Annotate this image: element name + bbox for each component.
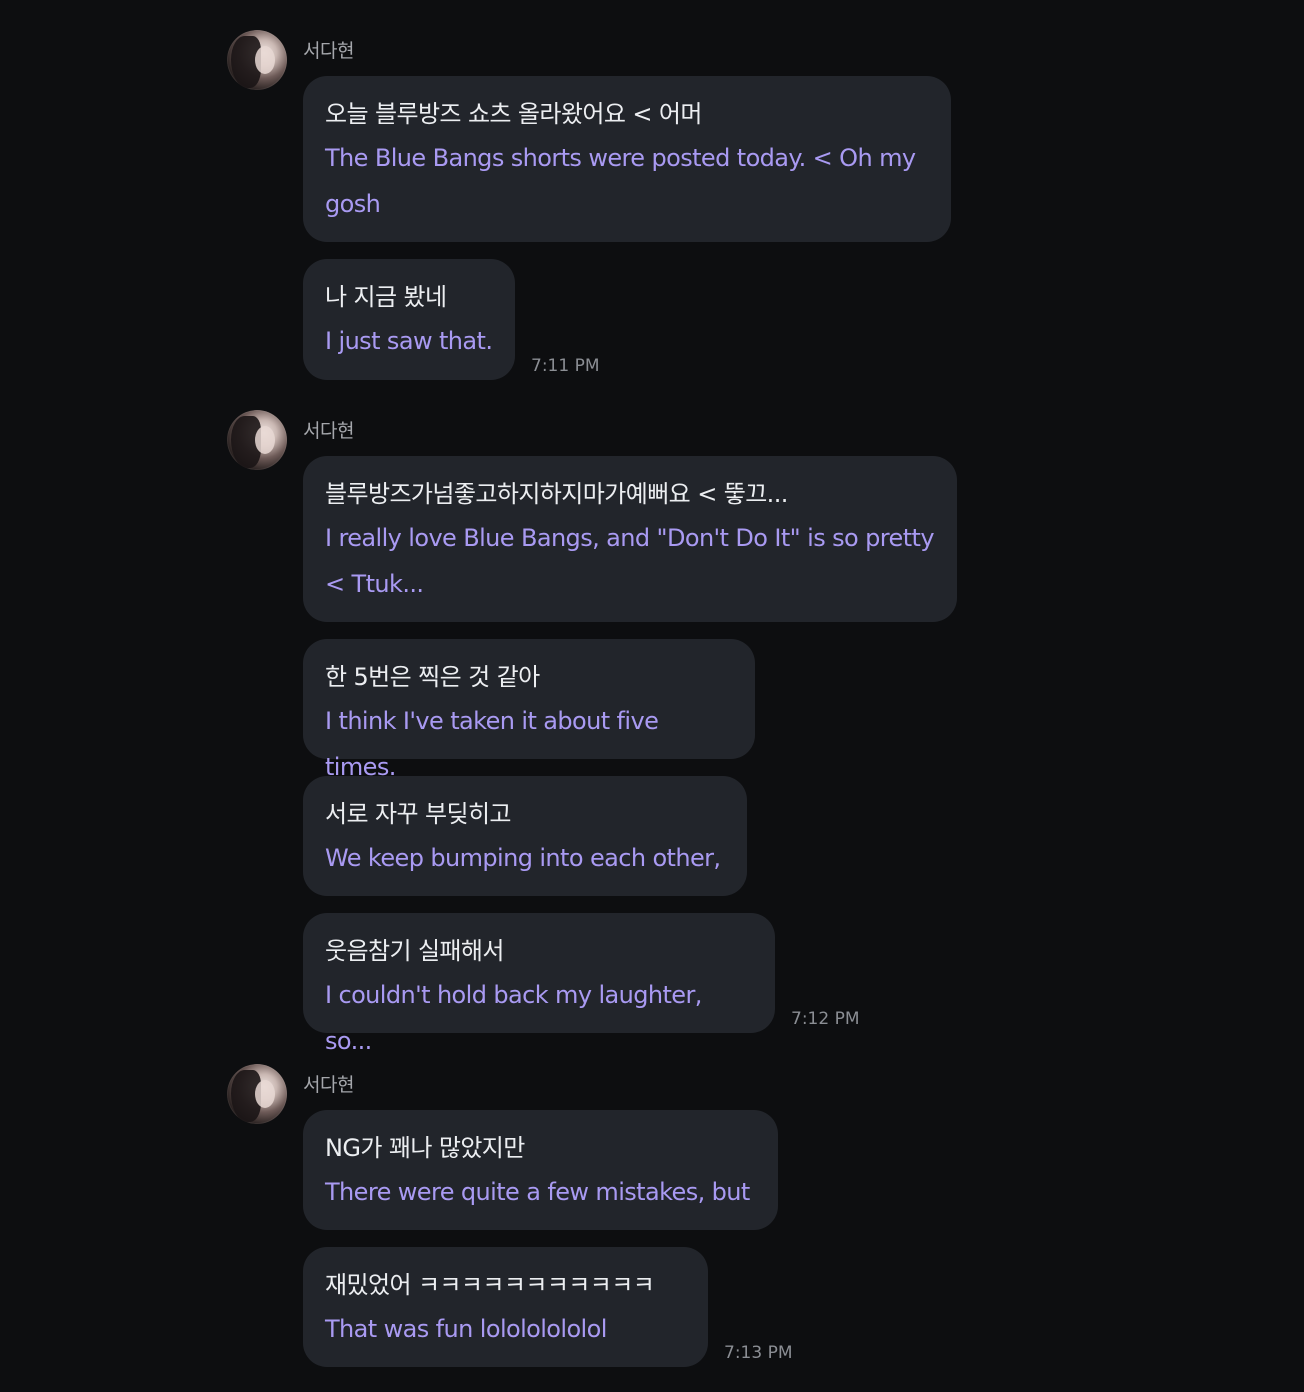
message-row: 재밌었어 ㅋㅋㅋㅋㅋㅋㅋㅋㅋㅋㅋ That was fun lololololo… — [303, 1247, 793, 1367]
message-translation-text: That was fun lolololololol — [325, 1315, 607, 1343]
sender-name[interactable]: 서다현 — [303, 416, 354, 443]
message-bubble[interactable]: 웃음참기 실패해서 I couldn't hold back my laught… — [303, 913, 775, 1055]
message-bubble[interactable]: 나 지금 봤네 I just saw that. — [303, 259, 515, 380]
message-original-text: 웃음참기 실패해서 — [325, 937, 504, 965]
message-translation-text: We keep bumping into each other, — [325, 844, 721, 872]
message-timestamp: 7:11 PM — [531, 356, 600, 376]
avatar[interactable] — [227, 1064, 287, 1124]
message-bubble[interactable]: 서로 자꾸 부딪히고 We keep bumping into each oth… — [303, 776, 747, 896]
message-translation-text: I couldn't hold back my laughter, so... — [325, 981, 702, 1055]
message-original-text: 서로 자꾸 부딪히고 — [325, 800, 512, 828]
message-row: 나 지금 봤네 I just saw that. 7:11 PM — [303, 259, 951, 380]
message-bubble[interactable]: 블루방즈가넘좋고하지하지마가예뻐요 < 뚷끄... I really love … — [303, 456, 957, 622]
message-original-text: 오늘 블루방즈 쇼츠 올라왔어요 < 어머 — [325, 100, 702, 128]
message-timestamp: 7:12 PM — [791, 1009, 860, 1029]
message-timestamp: 7:13 PM — [724, 1343, 793, 1363]
avatar[interactable] — [227, 410, 287, 470]
message-bubble[interactable]: 오늘 블루방즈 쇼츠 올라왔어요 < 어머 The Blue Bangs sho… — [303, 76, 951, 242]
message-bubble[interactable]: 재밌었어 ㅋㅋㅋㅋㅋㅋㅋㅋㅋㅋㅋ That was fun lololololo… — [303, 1247, 708, 1367]
message-original-text: 재밌었어 ㅋㅋㅋㅋㅋㅋㅋㅋㅋㅋㅋ — [325, 1271, 655, 1299]
message-row: 블루방즈가넘좋고하지하지마가예뻐요 < 뚷끄... I really love … — [303, 456, 957, 622]
avatar[interactable] — [227, 30, 287, 90]
message-translation-text: The Blue Bangs shorts were posted today.… — [325, 144, 916, 218]
message-row: 한 5번은 찍은 것 같아 I think I've taken it abou… — [303, 639, 957, 781]
sender-name[interactable]: 서다현 — [303, 36, 354, 63]
message-list: 오늘 블루방즈 쇼츠 올라왔어요 < 어머 The Blue Bangs sho… — [303, 76, 951, 397]
message-row: 웃음참기 실패해서 I couldn't hold back my laught… — [303, 913, 957, 1055]
message-list: NG가 꽤나 많았지만 There were quite a few mista… — [303, 1110, 793, 1384]
message-translation-text: I really love Blue Bangs, and "Don't Do … — [325, 524, 935, 598]
message-bubble[interactable]: NG가 꽤나 많았지만 There were quite a few mista… — [303, 1110, 778, 1230]
message-original-text: NG가 꽤나 많았지만 — [325, 1134, 525, 1162]
message-row: 서로 자꾸 부딪히고 We keep bumping into each oth… — [303, 776, 957, 896]
message-original-text: 블루방즈가넘좋고하지하지마가예뻐요 < 뚷끄... — [325, 480, 788, 508]
sender-name[interactable]: 서다현 — [303, 1070, 354, 1097]
message-bubble[interactable]: 한 5번은 찍은 것 같아 I think I've taken it abou… — [303, 639, 755, 781]
message-translation-text: There were quite a few mistakes, but — [325, 1178, 750, 1206]
message-row: NG가 꽤나 많았지만 There were quite a few mista… — [303, 1110, 793, 1230]
message-row: 오늘 블루방즈 쇼츠 올라왔어요 < 어머 The Blue Bangs sho… — [303, 76, 951, 242]
message-original-text: 나 지금 봤네 — [325, 283, 447, 311]
message-original-text: 한 5번은 찍은 것 같아 — [325, 663, 540, 691]
message-list: 블루방즈가넘좋고하지하지마가예뻐요 < 뚷끄... I really love … — [303, 456, 957, 1055]
message-translation-text: I just saw that. — [325, 327, 493, 355]
